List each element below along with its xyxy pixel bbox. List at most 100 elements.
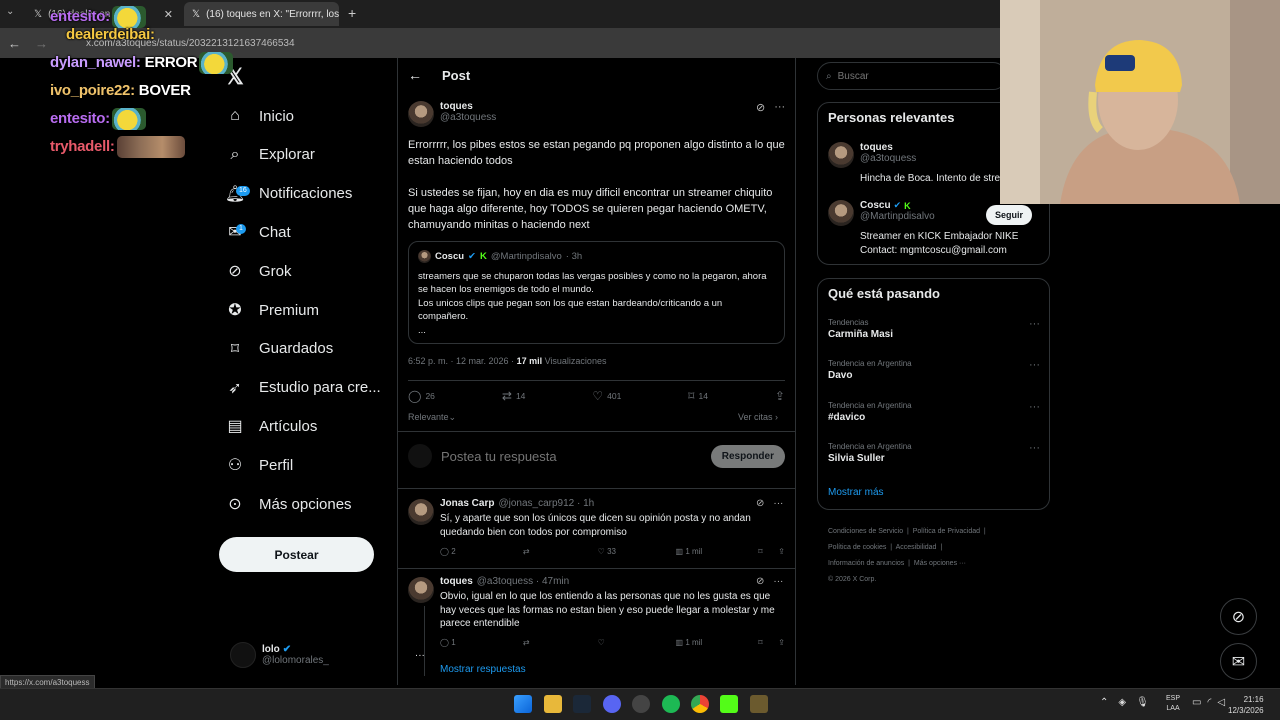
mail-icon: ✉ 1 — [226, 223, 246, 241]
footer-link[interactable]: Política de cookies — [828, 544, 886, 551]
share-button[interactable]: ⇪ — [775, 389, 785, 403]
like-button[interactable]: ♡ 401 — [592, 389, 621, 403]
author-name: toques — [440, 101, 473, 112]
forward-icon[interactable]: → — [35, 36, 48, 51]
show-replies-link[interactable]: Mostrar respuestas — [440, 664, 526, 675]
avatar[interactable] — [408, 577, 434, 603]
repost-button[interactable]: ⇄ 14 — [502, 389, 526, 403]
more-icon[interactable]: ··· — [773, 498, 783, 509]
like-button[interactable]: ♡ 33 — [598, 547, 676, 556]
file-explorer-icon[interactable] — [544, 695, 562, 713]
avatar[interactable] — [828, 200, 854, 226]
views-button[interactable]: ▥ 1 mil — [676, 638, 759, 647]
new-tab-icon[interactable]: + — [348, 5, 356, 21]
chevron-up-icon[interactable]: ⌃ — [1100, 697, 1108, 708]
person-info[interactable]: Coscu ✔ K @Martinpdisalvo — [860, 200, 935, 222]
sidebar-item-inicio[interactable]: ⌂ Inicio — [226, 101, 294, 131]
grok-icon[interactable]: ⊘ — [756, 498, 764, 509]
footer-link[interactable]: Política de Privacidad — [913, 528, 980, 535]
app-icon[interactable] — [750, 695, 768, 713]
reply-button[interactable]: ◯ 2 — [440, 547, 523, 556]
sidebar-item-notificaciones[interactable]: 🔔︎ 16 Notificaciones — [225, 179, 353, 209]
tab-list-icon[interactable]: ⌄ — [6, 6, 14, 17]
quote-text: streamers que se chuparon todas las verg… — [418, 270, 767, 296]
trend-item[interactable]: Tendencia en Argentina ··· Davo — [828, 359, 1040, 381]
monitor-icon[interactable]: ▭ — [1192, 697, 1201, 708]
more-icon[interactable]: ··· — [773, 576, 783, 587]
clock[interactable]: 21:16 12/3/2026 — [1228, 694, 1264, 716]
reply-button[interactable]: ◯ 26 — [408, 389, 435, 403]
reply-button[interactable]: ◯ 1 — [440, 638, 523, 647]
person-info[interactable]: toques @a3toquess — [860, 142, 916, 164]
sidebar-item-perfil[interactable]: ⚇ Perfil — [226, 450, 293, 480]
repost-button[interactable]: ⇄ — [523, 638, 598, 647]
views-button[interactable]: ▥ 1 mil — [676, 547, 759, 556]
back-icon[interactable]: ← — [8, 36, 21, 51]
volume-icon[interactable]: ◁ — [1217, 697, 1225, 708]
trend-item[interactable]: Tendencia en Argentina ··· #davico — [828, 401, 1040, 423]
share-icon[interactable]: ⇪ — [778, 547, 785, 556]
spotify-icon[interactable] — [662, 695, 680, 713]
microphone-icon[interactable]: 🎙 — [1136, 697, 1149, 708]
avatar[interactable] — [408, 499, 434, 525]
kick-icon[interactable] — [720, 695, 738, 713]
sidebar-item-chat[interactable]: ✉ 1 Chat — [226, 217, 290, 247]
bookmark-icon[interactable]: ⌑ — [758, 547, 778, 556]
sidebar-item-grok[interactable]: ⊘ Grok — [226, 256, 291, 286]
chrome-icon[interactable] — [691, 695, 709, 713]
obs-icon[interactable] — [632, 695, 650, 713]
footer-link[interactable]: Más opciones ··· — [914, 560, 966, 567]
grok-floating-button[interactable]: ⊘ — [1220, 598, 1257, 635]
avatar[interactable] — [408, 101, 434, 127]
person-handle: @Martinpdisalvo — [860, 211, 935, 222]
reply-input[interactable] — [441, 448, 691, 464]
like-button[interactable]: ♡ — [598, 638, 676, 647]
more-icon[interactable]: ··· — [1029, 442, 1040, 454]
steam-icon[interactable] — [573, 695, 591, 713]
language-indicator[interactable]: ESP LAA — [1166, 694, 1180, 714]
more-icon[interactable]: ··· — [774, 101, 785, 114]
footer-link[interactable]: Información de anuncios — [828, 560, 904, 567]
sidebar-item-guardados[interactable]: ⌑ Guardados — [226, 334, 333, 364]
search-input[interactable] — [837, 70, 988, 82]
sort-dropdown[interactable]: Relevante⌄ — [408, 412, 456, 423]
quotes-link[interactable]: Ver citas › — [738, 412, 778, 422]
post-button[interactable]: Postear — [219, 537, 374, 572]
footer-link[interactable]: Condiciones de Servicio — [828, 528, 903, 535]
grok-icon[interactable]: ⊘ — [756, 576, 764, 587]
post-author[interactable]: toques @a3toquess — [440, 101, 496, 123]
sidebar-item-premium[interactable]: ✪ Premium — [226, 295, 319, 325]
follow-button[interactable]: Seguir — [986, 205, 1033, 225]
wifi-icon[interactable]: ◜ — [1207, 697, 1211, 708]
trend-item[interactable]: Tendencias ··· Carmiña Masi — [828, 318, 1040, 340]
start-icon[interactable] — [514, 695, 532, 713]
post-time[interactable]: 6:52 p. m. · 12 mar. 2026 · — [408, 356, 517, 366]
shield-icon[interactable]: ◈ — [1118, 697, 1126, 708]
footer-link[interactable]: Accesibilidad — [896, 544, 937, 551]
quoted-post[interactable]: Coscu ✔ K @Martinpdisalvo · 3h streamers… — [408, 241, 785, 344]
more-icon[interactable]: ··· — [1029, 318, 1040, 330]
bookmark-icon[interactable]: ⌑ — [758, 638, 778, 647]
grok-icon[interactable]: ⊘ — [756, 101, 765, 114]
avatar[interactable] — [828, 142, 854, 168]
share-icon[interactable]: ⇪ — [778, 638, 785, 647]
discord-icon[interactable] — [603, 695, 621, 713]
search-bar[interactable]: ⌕ — [817, 62, 1007, 90]
sidebar-item-más[interactable]: ⊙ Más opciones — [226, 489, 351, 519]
show-more-link[interactable]: Mostrar más — [828, 487, 884, 498]
more-icon[interactable]: ··· — [1029, 401, 1040, 413]
repost-button[interactable]: ⇄ — [523, 547, 598, 556]
reply-header[interactable]: toques @a3toquess · 47min — [440, 576, 569, 587]
sidebar-item-explorar[interactable]: ⌕ Explorar — [226, 140, 315, 170]
sidebar-item-artículos[interactable]: ▤ Artículos — [226, 411, 317, 441]
account-switcher[interactable]: lolo ✔ @lolomorales_ ··· — [230, 642, 425, 668]
bookmark-button[interactable]: ⌑ 14 — [688, 389, 708, 403]
more-icon[interactable]: ··· — [1029, 359, 1040, 371]
sidebar-item-estudio[interactable]: ➶ Estudio para cre... — [226, 373, 380, 403]
trend-item[interactable]: Tendencia en Argentina ··· Silvia Suller — [828, 442, 1040, 464]
messages-floating-button[interactable]: ✉ — [1220, 643, 1257, 680]
back-arrow-icon[interactable]: ← — [408, 67, 422, 83]
reply-header[interactable]: Jonas Carp @jonas_carp912 · 1h — [440, 498, 594, 509]
reply-submit-button[interactable]: Responder — [710, 444, 785, 468]
reply-stats-bar: ◯ 2 ⇄ ♡ 33 ▥ 1 mil ⌑ ⇪ — [440, 547, 785, 556]
